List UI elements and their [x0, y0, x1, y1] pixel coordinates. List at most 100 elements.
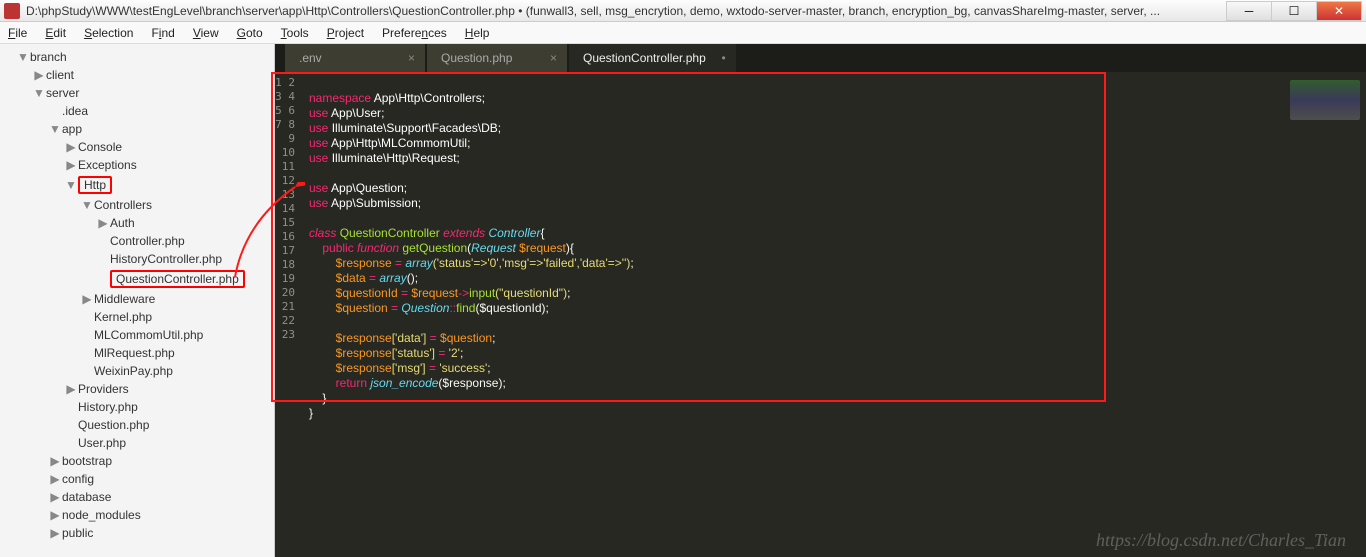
menu-goto[interactable]: Goto: [237, 26, 263, 40]
minimize-button[interactable]: ─: [1226, 1, 1272, 21]
menu-bar: File Edit Selection Find View Goto Tools…: [0, 22, 1366, 44]
tree-item[interactable]: ▶bootstrap: [0, 452, 274, 470]
tree-item[interactable]: ▶Console: [0, 138, 274, 156]
tree-label: database: [62, 490, 111, 504]
expand-icon[interactable]: ▼: [80, 198, 94, 212]
menu-file[interactable]: File: [8, 26, 27, 40]
editor-tab[interactable]: .env ×: [285, 44, 425, 72]
tab-close-icon[interactable]: ×: [550, 51, 557, 65]
tree-item[interactable]: ▼server: [0, 84, 274, 102]
tree-label: server: [46, 86, 79, 100]
tree-label: Controllers: [94, 198, 152, 212]
sidebar[interactable]: ▼branch▶client▼server .idea▼app▶Console▶…: [0, 44, 275, 557]
tree-item[interactable]: MLCommomUtil.php: [0, 326, 274, 344]
code-wrapper: 1 2 3 4 5 6 7 8 9 10 11 12 13 14 15 16 1…: [275, 72, 1366, 557]
menu-help[interactable]: Help: [465, 26, 490, 40]
tree-label: config: [62, 472, 94, 486]
tree-label: public: [62, 526, 93, 540]
title-bar: D:\phpStudy\WWW\testEngLevel\branch\serv…: [0, 0, 1366, 22]
tree-item[interactable]: History.php: [0, 398, 274, 416]
maximize-button[interactable]: ☐: [1271, 1, 1317, 21]
tree-item[interactable]: Controller.php: [0, 232, 274, 250]
expand-icon[interactable]: ▼: [32, 86, 46, 100]
tree-label: WeixinPay.php: [94, 364, 173, 378]
tree-item[interactable]: MlRequest.php: [0, 344, 274, 362]
expand-icon[interactable]: ▶: [48, 454, 62, 468]
tree-item[interactable]: ▶Auth: [0, 214, 274, 232]
tree-item[interactable]: Kernel.php: [0, 308, 274, 326]
tree-label: MLCommomUtil.php: [94, 328, 203, 342]
menu-edit[interactable]: Edit: [45, 26, 66, 40]
expand-icon[interactable]: ▶: [64, 158, 78, 172]
tree-item[interactable]: ▶database: [0, 488, 274, 506]
tree-item[interactable]: ▶public: [0, 524, 274, 542]
tab-close-icon[interactable]: •: [722, 51, 726, 65]
main-area: ▼branch▶client▼server .idea▼app▶Console▶…: [0, 44, 1366, 557]
tree-label: Console: [78, 140, 122, 154]
expand-icon[interactable]: ▼: [16, 50, 30, 64]
tree-label: Controller.php: [110, 234, 185, 248]
menu-view[interactable]: View: [193, 26, 219, 40]
tree-item[interactable]: ▶node_modules: [0, 506, 274, 524]
minimap[interactable]: [1276, 72, 1366, 557]
tree-label: client: [46, 68, 74, 82]
tab-close-icon[interactable]: ×: [408, 51, 415, 65]
tree-label: Question.php: [78, 418, 149, 432]
tree-item[interactable]: ▶Middleware: [0, 290, 274, 308]
tree-label: Providers: [78, 382, 129, 396]
expand-icon[interactable]: ▶: [80, 292, 94, 306]
line-gutter: 1 2 3 4 5 6 7 8 9 10 11 12 13 14 15 16 1…: [275, 72, 299, 557]
tree-label: History.php: [78, 400, 138, 414]
menu-preferences[interactable]: Preferences: [382, 26, 447, 40]
tree-label: Exceptions: [78, 158, 137, 172]
tree-item[interactable]: ▶Exceptions: [0, 156, 274, 174]
expand-icon[interactable]: ▶: [32, 68, 46, 82]
expand-icon[interactable]: ▶: [48, 490, 62, 504]
tree-label: User.php: [78, 436, 126, 450]
editor-tab[interactable]: Question.php ×: [427, 44, 567, 72]
expand-icon[interactable]: ▼: [48, 122, 62, 136]
close-button[interactable]: ✕: [1316, 1, 1362, 21]
tree-label: MlRequest.php: [94, 346, 175, 360]
expand-icon[interactable]: ▶: [64, 382, 78, 396]
tree-item[interactable]: ▶Providers: [0, 380, 274, 398]
app-icon: [4, 3, 20, 19]
tree-label: QuestionController.php: [110, 270, 245, 288]
expand-icon[interactable]: ▶: [64, 140, 78, 154]
tree-label: branch: [30, 50, 67, 64]
editor-area: .env × Question.php × QuestionController.php…: [275, 44, 1366, 557]
tree-label: Auth: [110, 216, 135, 230]
editor-tab[interactable]: QuestionController.php•: [569, 44, 736, 72]
tree-label: Middleware: [94, 292, 155, 306]
expand-icon[interactable]: ▶: [48, 472, 62, 486]
tree-item[interactable]: ▶client: [0, 66, 274, 84]
tab-label: .env: [299, 51, 322, 65]
tree-label: node_modules: [62, 508, 141, 522]
window-title: D:\phpStudy\WWW\testEngLevel\branch\serv…: [26, 4, 1227, 18]
tree-item[interactable]: Question.php: [0, 416, 274, 434]
tree-item[interactable]: WeixinPay.php: [0, 362, 274, 380]
window-controls: ─ ☐ ✕: [1227, 1, 1362, 21]
menu-project[interactable]: Project: [327, 26, 364, 40]
tree-item[interactable]: .idea: [0, 102, 274, 120]
expand-icon[interactable]: ▶: [96, 216, 110, 230]
tree-label: bootstrap: [62, 454, 112, 468]
expand-icon[interactable]: ▶: [48, 526, 62, 540]
tree-item[interactable]: ▼Http: [0, 174, 274, 196]
tree-item[interactable]: ▼Controllers: [0, 196, 274, 214]
code-content[interactable]: namespace App\Http\Controllers; use App\…: [299, 72, 1276, 557]
menu-tools[interactable]: Tools: [281, 26, 309, 40]
tree-item[interactable]: ▼branch: [0, 48, 274, 66]
tree-item[interactable]: QuestionController.php: [0, 268, 274, 290]
expand-icon[interactable]: ▶: [48, 508, 62, 522]
tree-label: .idea: [62, 104, 88, 118]
tab-label: Question.php: [441, 51, 512, 65]
tree-item[interactable]: ▶config: [0, 470, 274, 488]
tree-item[interactable]: HistoryController.php: [0, 250, 274, 268]
menu-selection[interactable]: Selection: [84, 26, 133, 40]
tree-item[interactable]: User.php: [0, 434, 274, 452]
tree-item[interactable]: ▼app: [0, 120, 274, 138]
tree-label: Kernel.php: [94, 310, 152, 324]
menu-find[interactable]: Find: [151, 26, 174, 40]
expand-icon[interactable]: ▼: [64, 178, 78, 192]
